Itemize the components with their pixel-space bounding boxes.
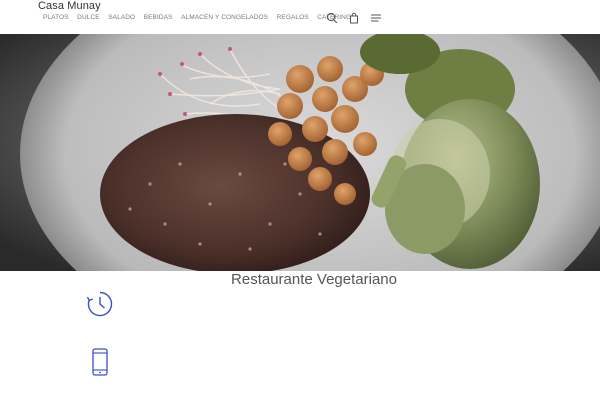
clock-icon [86,290,114,323]
nav-item-almacen[interactable]: ALMACEN Y CONGELADOS [181,14,268,22]
nav-item-dulce[interactable]: DULCE [77,14,100,22]
main-nav: PLATOS DULCE SALADO BEBIDAS ALMACEN Y CO… [43,14,360,22]
feature-icon-partial [96,396,104,400]
nav-item-salado[interactable]: SALADO [108,14,135,22]
page-title: Restaurante Vegetariano [231,271,397,288]
nav-item-bebidas[interactable]: BEBIDAS [144,14,173,22]
site-header: Casa Munay PLATOS DULCE SALADO BEBIDAS A… [0,0,600,34]
nav-item-platos[interactable]: PLATOS [43,14,69,22]
brand-logo[interactable]: Casa Munay [38,0,101,12]
mobile-phone-icon [91,348,109,381]
hero-slider[interactable] [0,34,600,271]
hero-food-image [0,34,600,271]
nav-item-regalos[interactable]: REGALOS [277,14,309,22]
shopping-bag-icon[interactable] [348,12,360,24]
menu-icon[interactable] [370,12,382,24]
search-icon[interactable] [326,12,338,24]
